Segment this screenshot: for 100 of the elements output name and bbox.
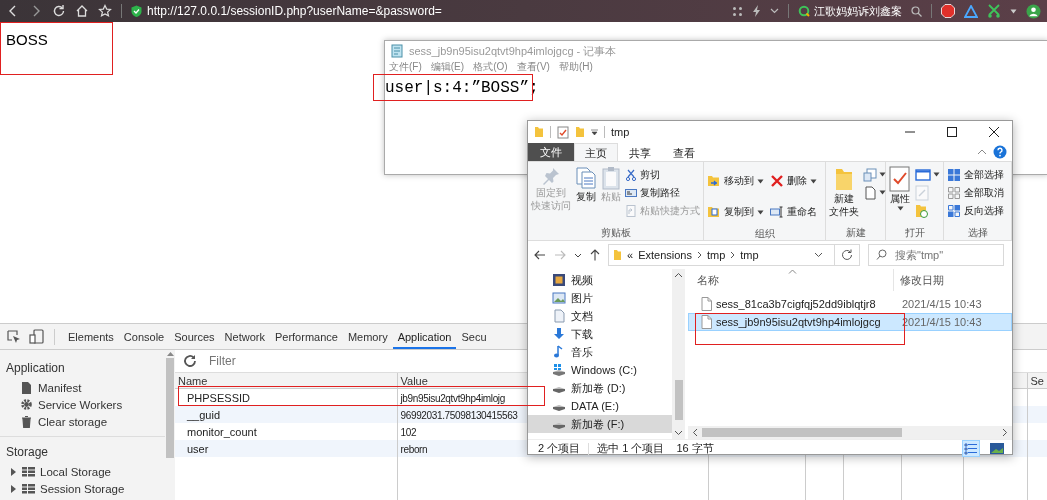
- address-bar[interactable]: http://127.0.0.1/sessionID.php?userName=&password=: [147, 4, 442, 18]
- chevron-down-icon[interactable]: [814, 252, 823, 258]
- navigation-item[interactable]: 视频: [528, 271, 672, 289]
- chevron-down-icon[interactable]: [770, 8, 779, 14]
- star-icon[interactable]: [98, 4, 112, 18]
- navigation-item[interactable]: 音乐: [528, 343, 672, 361]
- ribbon-button[interactable]: 属性: [888, 164, 912, 226]
- navigation-item[interactable]: 图片: [528, 289, 672, 307]
- sidebar-item[interactable]: Manifest: [0, 379, 165, 396]
- scroll-up-icon[interactable]: [166, 352, 174, 356]
- devtools-tab[interactable]: Application: [392, 324, 457, 349]
- reload-icon[interactable]: [52, 4, 66, 18]
- ribbon-button[interactable]: 重命名: [769, 197, 818, 227]
- avatar-icon[interactable]: [1026, 3, 1041, 19]
- ribbon-button[interactable]: 删除: [769, 166, 818, 196]
- breadcrumb-item[interactable]: Extensions: [638, 249, 692, 261]
- properties-icon[interactable]: [557, 125, 569, 139]
- file-row[interactable]: sess_81ca3b7cigfqj52dd9iblqtjr8 2021/4/15 10:43: [688, 295, 1012, 313]
- devtools-tab[interactable]: Secu: [456, 324, 492, 349]
- group-label: 组织: [753, 227, 776, 241]
- menu-item[interactable]: 帮助(H): [558, 60, 593, 74]
- collapse-chevron-icon[interactable]: [977, 149, 987, 155]
- devtools-tab[interactable]: Memory: [342, 324, 393, 349]
- search-engine-icon[interactable]: [798, 5, 810, 17]
- new-item-button[interactable]: [862, 166, 887, 183]
- ribbon-button[interactable]: 复制到: [706, 197, 765, 227]
- help-icon[interactable]: [993, 145, 1007, 159]
- folder-icon: [613, 249, 622, 261]
- menu-item[interactable]: 查看(V): [516, 60, 550, 74]
- navigation-item[interactable]: 下载: [528, 325, 672, 343]
- dropdown-icon[interactable]: [591, 129, 598, 135]
- ribbon-button[interactable]: 剪切: [624, 166, 701, 183]
- ribbon-tab[interactable]: 查看: [662, 142, 706, 162]
- window-button[interactable]: [914, 166, 941, 183]
- column-header[interactable]: Value: [400, 374, 428, 387]
- ribbon-tab[interactable]: 共享: [618, 142, 662, 162]
- devtools-tab[interactable]: Console: [118, 324, 170, 349]
- device-icon[interactable]: [29, 329, 44, 344]
- lightning-icon[interactable]: [752, 5, 761, 17]
- navigation-item[interactable]: Windows (C:): [528, 361, 672, 379]
- close-icon[interactable]: [988, 126, 1000, 138]
- details-view-button[interactable]: [962, 440, 980, 457]
- document-button[interactable]: [862, 184, 887, 201]
- home-icon[interactable]: [75, 4, 89, 18]
- breadcrumb-item[interactable]: «: [627, 249, 634, 261]
- navigation-item[interactable]: 文档: [528, 307, 672, 325]
- sidebar-item[interactable]: Clear storage: [0, 413, 165, 430]
- scrollbar-thumb[interactable]: [674, 380, 683, 420]
- sidebar-item[interactable]: Service Workers: [0, 396, 165, 413]
- ribbon-button[interactable]: 反向选择: [946, 202, 1005, 219]
- ribbon-button[interactable]: 新建 文件夹: [828, 164, 860, 226]
- back-arrow-icon[interactable]: [534, 250, 546, 260]
- ribbon-button[interactable]: 移动到: [706, 166, 765, 196]
- grid-icon[interactable]: [732, 5, 743, 17]
- ribbon-button[interactable]: 全部取消: [946, 184, 1005, 201]
- navigation-item[interactable]: DATA (E:): [528, 397, 672, 415]
- scissors-icon[interactable]: [987, 4, 1001, 18]
- scrollbar-thumb[interactable]: [702, 428, 902, 437]
- stop-sign-icon[interactable]: [941, 4, 955, 18]
- devtools-tab[interactable]: Sources: [169, 324, 220, 349]
- breadcrumb-item[interactable]: tmp: [740, 249, 759, 261]
- large-icons-view-button[interactable]: [988, 440, 1006, 457]
- scrollbar-thumb[interactable]: [166, 358, 174, 458]
- devtools-tab[interactable]: Performance: [269, 324, 343, 349]
- inspect-icon[interactable]: [7, 329, 21, 344]
- ribbon-button[interactable]: 复制路径: [624, 184, 701, 201]
- chevron-down-icon[interactable]: [574, 252, 582, 258]
- ribbon-button[interactable]: 全部选择: [946, 166, 1005, 183]
- up-arrow-icon[interactable]: [590, 249, 600, 261]
- menu-item[interactable]: 文件(F): [389, 60, 422, 74]
- column-header[interactable]: Name: [178, 374, 208, 387]
- menu-item[interactable]: 编辑(E): [430, 60, 465, 74]
- refresh-icon[interactable]: [183, 354, 197, 368]
- scroll-up-icon[interactable]: [674, 272, 683, 278]
- search-suggestion[interactable]: 江歌妈妈诉刘鑫案: [814, 3, 902, 19]
- column-header[interactable]: 名称: [688, 272, 893, 288]
- triangle-icon[interactable]: [964, 4, 978, 18]
- sidebar-item[interactable]: Session Storage: [0, 480, 165, 497]
- column-header[interactable]: 修改日期: [893, 269, 944, 291]
- address-field[interactable]: « Extensions tmp tmp: [608, 244, 860, 266]
- ribbon-tab[interactable]: 文件: [528, 143, 574, 161]
- chevron-down-icon[interactable]: [1010, 8, 1017, 14]
- breadcrumb-item[interactable]: tmp: [706, 249, 726, 261]
- sidebar-item[interactable]: Local Storage: [0, 463, 165, 480]
- devtools-tab[interactable]: Elements: [63, 324, 119, 349]
- navigation-item[interactable]: 新加卷 (D:): [528, 379, 672, 397]
- ribbon-tab[interactable]: 主页: [574, 142, 618, 162]
- search-field[interactable]: 搜索"tmp": [868, 244, 1004, 266]
- maximize-icon[interactable]: [946, 126, 958, 138]
- collapsed-triangle-icon[interactable]: [10, 484, 17, 493]
- devtools-tab[interactable]: Network: [219, 324, 270, 349]
- search-icon[interactable]: [911, 5, 922, 17]
- collapsed-triangle-icon[interactable]: [10, 467, 17, 476]
- scroll-left-icon[interactable]: [692, 428, 698, 437]
- navigation-item[interactable]: 新加卷 (F:): [528, 415, 672, 433]
- scroll-down-icon[interactable]: [674, 430, 683, 436]
- ribbon-button[interactable]: 复制: [574, 164, 598, 226]
- menu-item[interactable]: 格式(O): [473, 60, 508, 74]
- scroll-right-icon[interactable]: [1002, 428, 1008, 437]
- section-title: Storage: [5, 444, 50, 461]
